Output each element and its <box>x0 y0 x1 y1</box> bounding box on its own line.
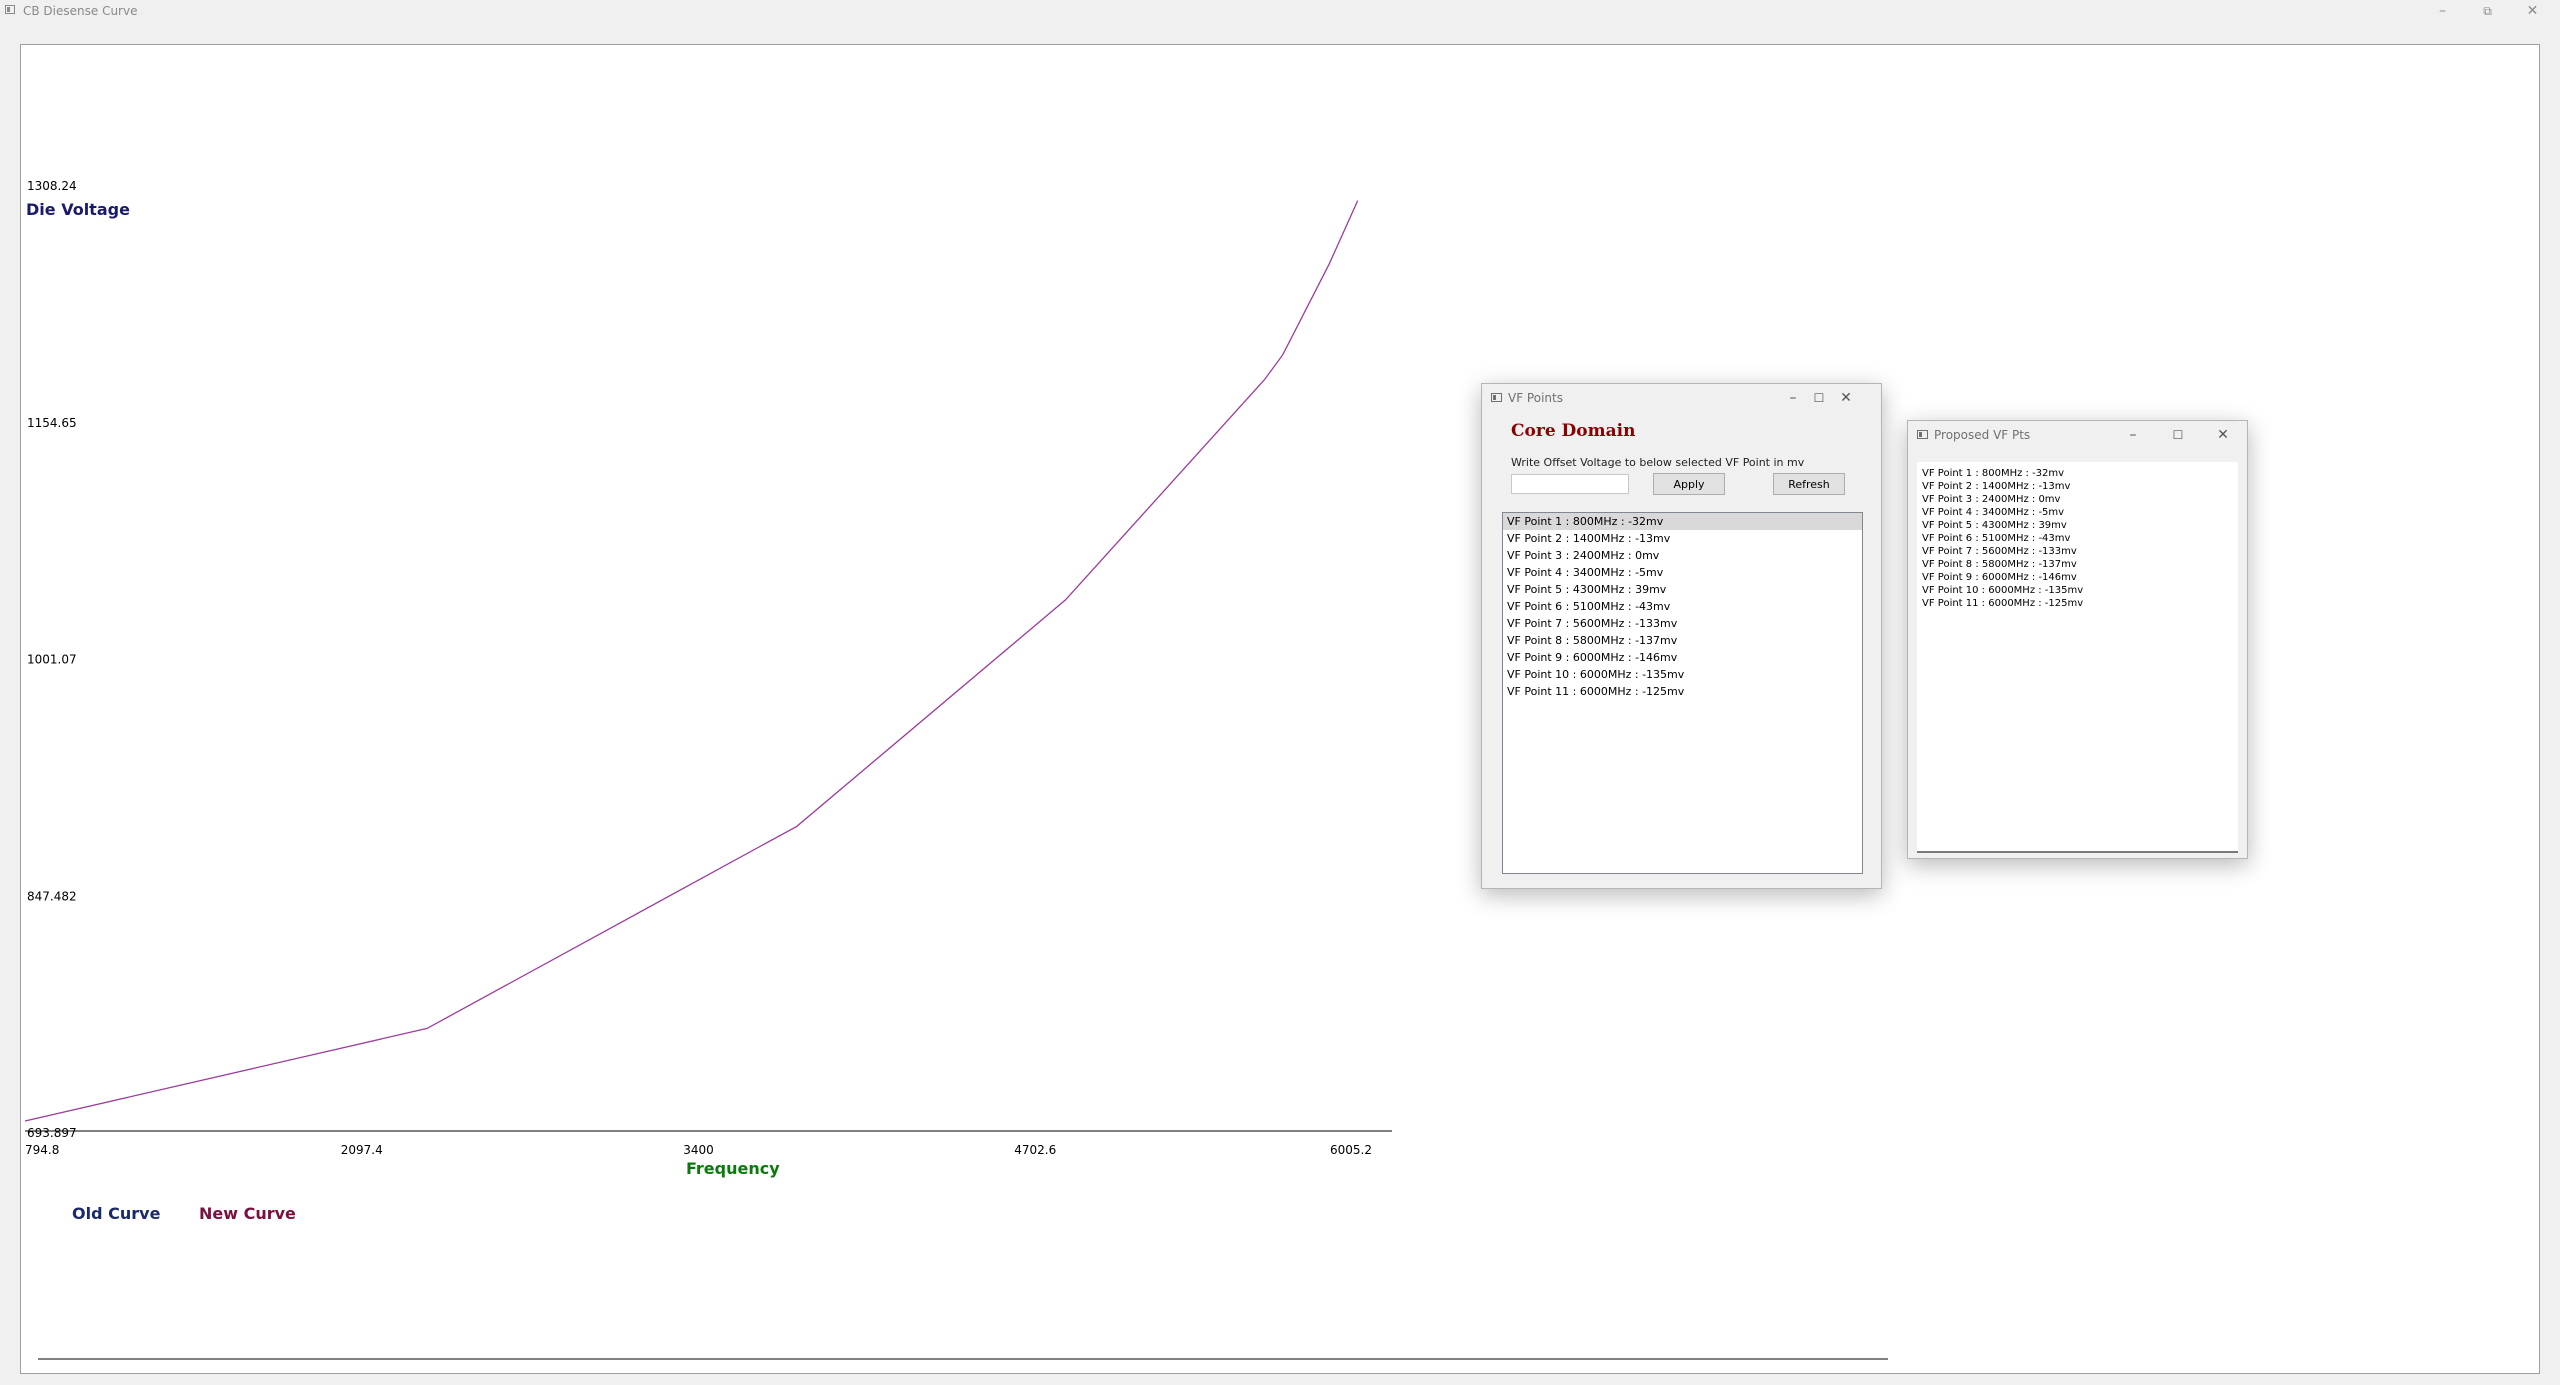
offset-voltage-input[interactable] <box>1511 474 1629 494</box>
minimize-icon[interactable]: – <box>1780 388 1806 408</box>
list-item[interactable]: VF Point 10 : 6000MHz : -135mv <box>1503 666 1862 683</box>
x-tick-label: 4702.6 <box>1014 1143 1056 1157</box>
x-tick-label: 2097.4 <box>341 1143 383 1157</box>
vf-points-window: VF Points – ☐ ✕ Core Domain Write Offset… <box>1481 383 1882 889</box>
list-item[interactable]: VF Point 1 : 800MHz : -32mv <box>1503 513 1862 530</box>
y-tick-label: 693.897 <box>27 1126 77 1140</box>
list-item[interactable]: VF Point 6 : 5100MHz : -43mv <box>1503 598 1862 615</box>
list-item: VF Point 8 : 5800MHz : -137mv <box>1922 559 2077 570</box>
list-item: VF Point 4 : 3400MHz : -5mv <box>1922 507 2065 518</box>
list-item: VF Point 5 : 4300MHz : 39mv <box>1922 520 2067 531</box>
vf-points-title-bar: VF Points – ☐ ✕ <box>1482 384 1881 412</box>
y-tick-label: 1001.07 <box>27 653 77 667</box>
legend-old-curve: Old Curve <box>72 1204 161 1223</box>
list-item: VF Point 9 : 6000MHz : -146mv <box>1922 572 2077 583</box>
maximize-icon[interactable]: ☐ <box>2165 425 2191 445</box>
vf-points-list[interactable]: VF Point 1 : 800MHz : -32mv VF Point 2 :… <box>1502 512 1863 874</box>
y-tick-label: 1154.65 <box>27 416 77 430</box>
y-tick-label: 847.482 <box>27 889 77 903</box>
list-item: VF Point 3 : 2400MHz : 0mv <box>1922 494 2061 505</box>
proposed-title-bar: Proposed VF Pts – ☐ ✕ <box>1908 421 2247 449</box>
list-item: VF Point 2 : 1400MHz : -13mv <box>1922 481 2071 492</box>
list-item[interactable]: VF Point 7 : 5600MHz : -133mv <box>1503 615 1862 632</box>
list-item[interactable]: VF Point 8 : 5800MHz : -137mv <box>1503 632 1862 649</box>
legend-new-curve: New Curve <box>199 1204 296 1223</box>
proposed-points-text[interactable]: VF Point 1 : 800MHz : -32mv VF Point 2 :… <box>1917 462 2238 853</box>
list-item[interactable]: VF Point 9 : 6000MHz : -146mv <box>1503 649 1862 666</box>
proposed-window-icon <box>1917 430 1928 439</box>
x-axis-label: Frequency <box>686 1159 780 1178</box>
y-axis-label: Die Voltage <box>26 200 130 219</box>
list-item: VF Point 10 : 6000MHz : -135mv <box>1922 585 2084 596</box>
list-item: VF Point 1 : 800MHz : -32mv <box>1922 468 2065 479</box>
list-item[interactable]: VF Point 11 : 6000MHz : -125mv <box>1503 683 1862 700</box>
apply-button[interactable]: Apply <box>1653 473 1725 495</box>
maximize-icon[interactable]: ☐ <box>1806 388 1832 408</box>
vf-points-window-title: VF Points <box>1508 391 1563 405</box>
x-tick-label: 3400 <box>683 1143 714 1157</box>
y-tick-label: 1308.24 <box>27 179 77 193</box>
list-item[interactable]: VF Point 5 : 4300MHz : 39mv <box>1503 581 1862 598</box>
new-curve-line <box>24 200 1359 1122</box>
list-item: VF Point 11 : 6000MHz : -125mv <box>1922 598 2084 609</box>
proposed-vf-window: Proposed VF Pts – ☐ ✕ VF Point 1 : 800MH… <box>1907 420 2248 859</box>
core-domain-heading: Core Domain <box>1511 421 1636 441</box>
vf-points-window-icon <box>1491 393 1502 402</box>
list-item[interactable]: VF Point 3 : 2400MHz : 0mv <box>1503 547 1862 564</box>
list-item[interactable]: VF Point 4 : 3400MHz : -5mv <box>1503 564 1862 581</box>
minimize-icon[interactable]: – <box>2120 425 2146 445</box>
refresh-button[interactable]: Refresh <box>1773 473 1845 495</box>
list-item: VF Point 6 : 5100MHz : -43mv <box>1922 533 2071 544</box>
x-tick-label: 794.8 <box>25 1143 59 1157</box>
offset-instruction: Write Offset Voltage to below selected V… <box>1511 456 1805 469</box>
list-item: VF Point 7 : 5600MHz : -133mv <box>1922 546 2077 557</box>
close-icon[interactable]: ✕ <box>2210 425 2236 445</box>
close-icon[interactable]: ✕ <box>1833 388 1859 408</box>
list-item[interactable]: VF Point 2 : 1400MHz : -13mv <box>1503 530 1862 547</box>
proposed-window-title: Proposed VF Pts <box>1934 428 2031 442</box>
x-tick-label: 6005.2 <box>1330 1143 1372 1157</box>
